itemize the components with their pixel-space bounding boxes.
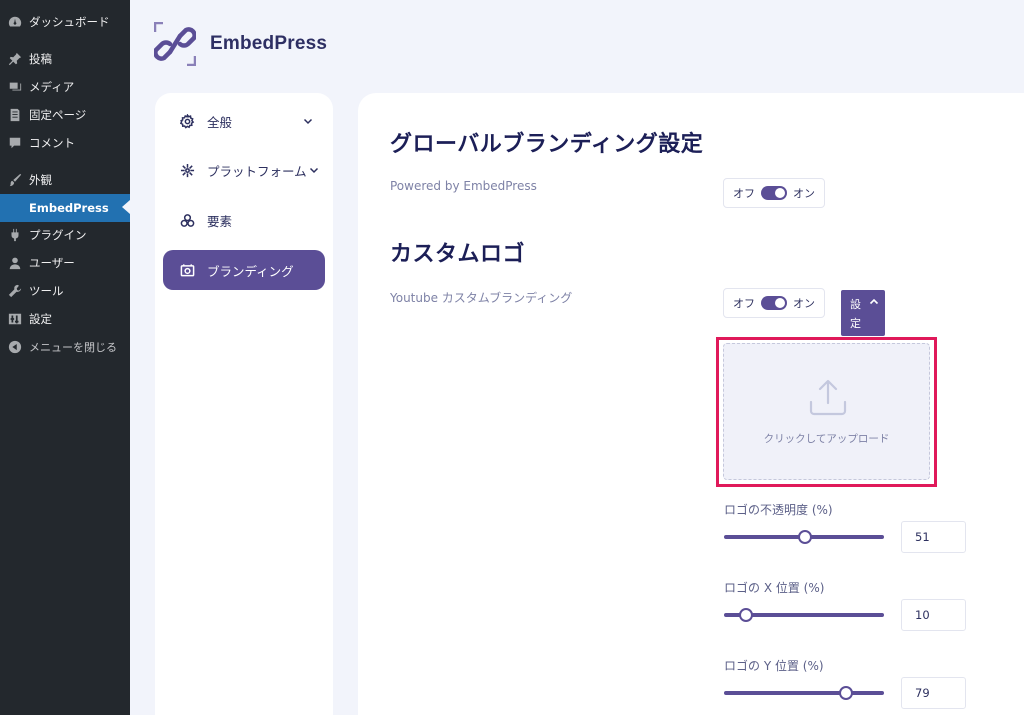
wp-menu-users[interactable]: ユーザー	[0, 250, 130, 276]
x-position-slider[interactable]	[724, 608, 884, 622]
youtube-branding-toggle[interactable]: オフ オン	[723, 288, 825, 318]
opacity-slider[interactable]	[724, 530, 884, 544]
nav-label: ブランディング	[207, 263, 294, 279]
opacity-label: ロゴの不透明度 (%)	[724, 503, 833, 517]
nav-item-general[interactable]: 全般	[163, 101, 325, 141]
toggle-switch[interactable]	[761, 296, 787, 310]
nav-item-platforms[interactable]: プラットフォーム	[163, 150, 325, 190]
toggle-off-label: オフ	[733, 187, 755, 200]
wp-menu-label: ダッシュボード	[29, 15, 110, 29]
chevron-down-icon	[303, 114, 313, 125]
media-icon	[8, 80, 22, 94]
global-branding-heading: グローバルブランディング設定	[390, 132, 704, 157]
pin-icon	[8, 52, 22, 66]
y-position-slider[interactable]	[724, 686, 884, 700]
comment-icon	[8, 136, 22, 150]
elements-icon	[179, 212, 195, 228]
plugin-icon	[8, 228, 22, 242]
wp-menu-label: 設定	[29, 312, 52, 326]
wrench-icon	[8, 284, 22, 298]
y-position-input[interactable]: 79	[901, 677, 966, 709]
powered-by-toggle[interactable]: オフ オン	[723, 178, 825, 208]
wp-menu-pages[interactable]: 固定ページ	[0, 102, 130, 128]
wp-menu-plugins[interactable]: プラグイン	[0, 222, 130, 248]
nav-label: 全般	[207, 114, 233, 130]
user-icon	[8, 256, 22, 270]
powered-by-label: Powered by EmbedPress	[390, 179, 537, 193]
toggle-on-label: オン	[793, 187, 815, 200]
wp-menu-settings[interactable]: 設定	[0, 306, 130, 332]
slider-track	[724, 691, 884, 695]
page-icon	[8, 108, 22, 122]
wp-menu-dashboard[interactable]: ダッシュボード	[0, 9, 130, 35]
x-position-input[interactable]: 10	[901, 599, 966, 631]
youtube-branding-label: Youtube カスタムブランディング	[390, 291, 573, 305]
embedpress-logo-icon	[153, 21, 197, 67]
platform-icon	[179, 162, 195, 178]
wp-menu-posts[interactable]: 投稿	[0, 46, 130, 72]
wp-menu-label: ツール	[29, 284, 64, 298]
active-indicator	[122, 200, 130, 214]
nav-label: プラットフォーム	[207, 163, 307, 179]
wp-menu-appearance[interactable]: 外観	[0, 167, 130, 193]
brush-icon	[8, 173, 22, 187]
settings-button-label-1: 設	[850, 298, 861, 311]
settings-button-label-2: 定	[850, 317, 861, 330]
wp-menu-label: EmbedPress	[29, 201, 109, 215]
upload-icon	[807, 376, 849, 418]
settings-nav: 全般 プラットフォーム 要素 ブランディング	[155, 93, 333, 715]
nav-item-branding[interactable]: ブランディング	[163, 250, 325, 290]
logo-upload-area[interactable]: クリックしてアップロード	[723, 343, 930, 480]
y-position-label: ロゴの Y 位置 (%)	[724, 659, 824, 673]
slider-handle[interactable]	[798, 530, 813, 544]
chevron-down-icon	[309, 163, 319, 174]
wp-menu-label: メニューを閉じる	[29, 341, 117, 354]
wp-menu-label: ユーザー	[29, 256, 75, 270]
wp-menu-label: 固定ページ	[29, 108, 87, 122]
upload-text: クリックしてアップロード	[763, 433, 890, 445]
wp-menu-media[interactable]: メディア	[0, 74, 130, 100]
brand-name: EmbedPress	[210, 33, 328, 54]
settings-button[interactable]: 設 定	[841, 290, 885, 336]
toggle-switch[interactable]	[761, 186, 787, 200]
wp-menu-label: プラグイン	[29, 228, 87, 242]
custom-logo-heading: カスタムロゴ	[390, 242, 526, 267]
wp-menu-tools[interactable]: ツール	[0, 278, 130, 304]
wp-menu-embedpress[interactable]: EmbedPress	[0, 194, 130, 222]
slider-handle[interactable]	[738, 608, 753, 622]
branding-icon	[179, 262, 195, 278]
wp-menu-comments[interactable]: コメント	[0, 130, 130, 156]
chevron-up-icon	[869, 297, 879, 307]
wp-menu-collapse[interactable]: メニューを閉じる	[0, 334, 130, 360]
dashboard-icon	[8, 15, 22, 29]
toggle-on-label: オン	[793, 297, 815, 310]
collapse-icon	[8, 340, 22, 354]
wp-menu-label: メディア	[29, 80, 75, 94]
wp-menu-label: コメント	[29, 136, 75, 150]
slider-handle[interactable]	[839, 686, 854, 700]
wp-menu-label: 投稿	[29, 52, 52, 66]
gear-icon	[179, 113, 195, 129]
settings-icon	[8, 312, 22, 326]
wp-menu-label: 外観	[29, 173, 52, 187]
toggle-off-label: オフ	[733, 297, 755, 310]
wp-admin-sidebar: ダッシュボード 投稿 メディア 固定ページ コメント 外観 EmbedPress…	[0, 0, 130, 715]
nav-item-elements[interactable]: 要素	[163, 200, 325, 240]
opacity-input[interactable]: 51	[901, 521, 966, 553]
nav-label: 要素	[207, 213, 233, 229]
x-position-label: ロゴの X 位置 (%)	[724, 581, 825, 595]
